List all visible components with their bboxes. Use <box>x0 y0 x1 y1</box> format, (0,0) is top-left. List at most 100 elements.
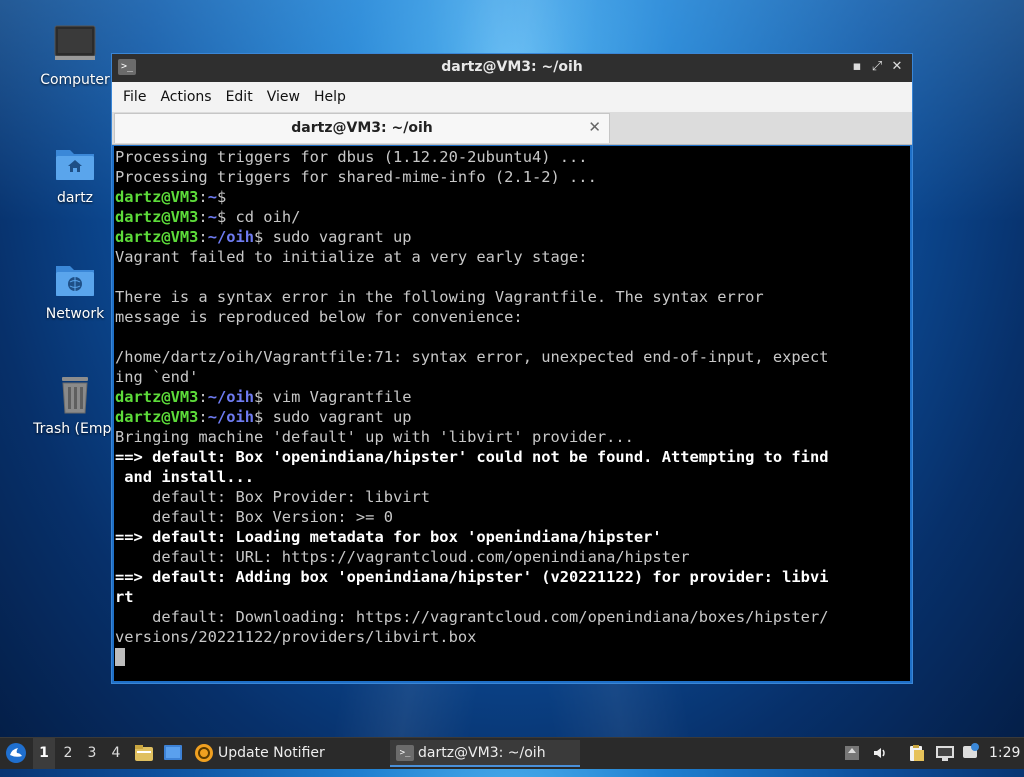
terminal-line: ==> default: Adding box 'openindiana/hip… <box>115 567 910 587</box>
terminal-bold-text: ==> default: Loading metadata for box 'o… <box>115 528 662 546</box>
terminal-line: default: Box Provider: libvirt <box>115 488 431 506</box>
terminal-icon: >_ <box>396 745 414 761</box>
prompt-command: $ cd oih/ <box>216 208 301 226</box>
terminal-line: Vagrant failed to initialize at a very e… <box>115 248 588 266</box>
prompt-user: dartz@VM3 <box>115 188 199 206</box>
desktop-icon-label: Network <box>45 306 105 322</box>
terminal-line: default: URL: https://vagrantcloud.com/o… <box>115 548 690 566</box>
terminal-bold-text: rt <box>115 588 134 606</box>
workspace-4[interactable]: 4 <box>105 738 127 769</box>
terminal-line: dartz@VM3:~$ <box>115 187 910 207</box>
clock[interactable]: 1:29 <box>989 738 1020 769</box>
prompt-user: dartz@VM3 <box>115 408 199 426</box>
trash-icon <box>53 373 97 417</box>
terminal-line: Bringing machine 'default' up with 'libv… <box>115 428 634 446</box>
terminal-output[interactable]: Processing triggers for dbus (1.12.20-2u… <box>114 146 910 681</box>
prompt-path: ~/oih <box>207 408 255 426</box>
taskbar: 1 2 3 4 Update Notifier >_ dartz@VM3: ~/… <box>0 737 1024 769</box>
prompt-command: $ sudo vagrant up <box>254 228 412 246</box>
menu-bar: File Actions Edit View Help <box>112 82 912 112</box>
monitor-icon <box>53 24 97 68</box>
prompt-separator: : <box>198 388 208 406</box>
prompt-command: $ sudo vagrant up <box>254 408 412 426</box>
desktop-icon-label: Trash (Empt <box>33 421 117 437</box>
file-manager-icon[interactable] <box>134 743 154 763</box>
desktop-icon-trash[interactable]: Trash (Empt <box>25 373 125 437</box>
task-label: dartz@VM3: ~/oih <box>418 745 546 761</box>
menu-edit[interactable]: Edit <box>219 89 260 105</box>
menu-help[interactable]: Help <box>307 89 353 105</box>
desktop-icon-computer[interactable]: Computer <box>25 24 125 88</box>
clipboard-icon[interactable] <box>908 744 926 762</box>
terminal-line: ing `end' <box>115 368 199 386</box>
prompt-command: $ <box>216 188 227 206</box>
workspace-1[interactable]: 1 <box>33 738 55 769</box>
notification-icon[interactable] <box>962 743 980 761</box>
terminal-line: ==> default: Loading metadata for box 'o… <box>115 527 910 547</box>
prompt-path: ~/oih <box>207 388 255 406</box>
home-folder-icon <box>53 142 97 186</box>
menu-file[interactable]: File <box>116 89 153 105</box>
tab-bar: dartz@VM3: ~/oih ✕ <box>112 112 912 145</box>
prompt-user: dartz@VM3 <box>115 208 199 226</box>
terminal-line <box>115 647 910 667</box>
prompt-path: ~ <box>207 188 217 206</box>
tab-title: dartz@VM3: ~/oih <box>291 120 433 136</box>
minimize-button[interactable]: ▪ <box>848 58 866 76</box>
task-terminal[interactable]: >_ dartz@VM3: ~/oih <box>390 740 580 767</box>
desktop-icon-network[interactable]: Network <box>25 258 125 322</box>
prompt-separator: : <box>198 408 208 426</box>
terminal-line: dartz@VM3:~/oih$ sudo vagrant up <box>115 227 910 247</box>
update-notifier-icon <box>194 743 214 763</box>
tab-close-icon[interactable]: ✕ <box>588 118 601 136</box>
prompt-command: $ vim Vagrantfile <box>254 388 412 406</box>
prompt-path: ~ <box>207 208 217 226</box>
window-title: dartz@VM3: ~/oih <box>441 59 583 75</box>
network-icon[interactable] <box>935 744 955 762</box>
close-button[interactable]: ✕ <box>888 58 906 76</box>
menu-actions[interactable]: Actions <box>153 89 218 105</box>
desktop-icon-label: Computer <box>40 72 110 88</box>
task-label: Update Notifier <box>218 745 325 761</box>
tab-terminal[interactable]: dartz@VM3: ~/oih ✕ <box>114 113 610 143</box>
start-menu-icon[interactable] <box>4 741 28 765</box>
terminal-line: rt <box>115 587 910 607</box>
desktop-icon-label: dartz <box>56 190 94 206</box>
terminal-line: /home/dartz/oih/Vagrantfile:71: syntax e… <box>115 348 829 366</box>
terminal-bold-text: ==> default: Adding box 'openindiana/hip… <box>115 568 829 586</box>
terminal-bold-text: and install... <box>115 468 254 486</box>
terminal-line: dartz@VM3:~/oih$ vim Vagrantfile <box>115 387 910 407</box>
terminal-line: Processing triggers for shared-mime-info… <box>115 168 597 186</box>
prompt-path: ~/oih <box>207 228 255 246</box>
terminal-cursor <box>115 648 125 666</box>
volume-icon[interactable] <box>872 745 888 761</box>
terminal-line: dartz@VM3:~$ cd oih/ <box>115 207 910 227</box>
terminal-line: default: Box Version: >= 0 <box>115 508 393 526</box>
workspace-3[interactable]: 3 <box>81 738 103 769</box>
terminal-bold-text: ==> default: Box 'openindiana/hipster' c… <box>115 448 829 466</box>
terminal-line: default: Downloading: https://vagrantclo… <box>115 608 829 626</box>
terminal-window: >_ dartz@VM3: ~/oih ▪ ⤢ ✕ File Actions E… <box>111 53 913 684</box>
menu-view[interactable]: View <box>260 89 307 105</box>
show-desktop-icon[interactable] <box>163 743 183 763</box>
prompt-separator: : <box>198 188 208 206</box>
terminal-line: Processing triggers for dbus (1.12.20-2u… <box>115 148 588 166</box>
network-folder-icon <box>53 258 97 302</box>
maximize-button[interactable]: ⤢ <box>868 58 886 76</box>
terminal-line: and install... <box>115 467 910 487</box>
task-update-notifier[interactable]: Update Notifier <box>192 740 382 767</box>
terminal-line: versions/20221122/providers/libvirt.box <box>115 628 477 646</box>
prompt-separator: : <box>198 208 208 226</box>
terminal-line: There is a syntax error in the following… <box>115 288 764 306</box>
terminal-line: message is reproduced below for convenie… <box>115 308 523 326</box>
desktop-icon-home[interactable]: dartz <box>25 142 125 206</box>
workspace-2[interactable]: 2 <box>57 738 79 769</box>
prompt-separator: : <box>198 228 208 246</box>
upload-icon[interactable] <box>844 745 860 761</box>
window-titlebar[interactable]: >_ dartz@VM3: ~/oih ▪ ⤢ ✕ <box>112 54 912 82</box>
prompt-user: dartz@VM3 <box>115 228 199 246</box>
terminal-line: dartz@VM3:~/oih$ sudo vagrant up <box>115 407 910 427</box>
prompt-user: dartz@VM3 <box>115 388 199 406</box>
